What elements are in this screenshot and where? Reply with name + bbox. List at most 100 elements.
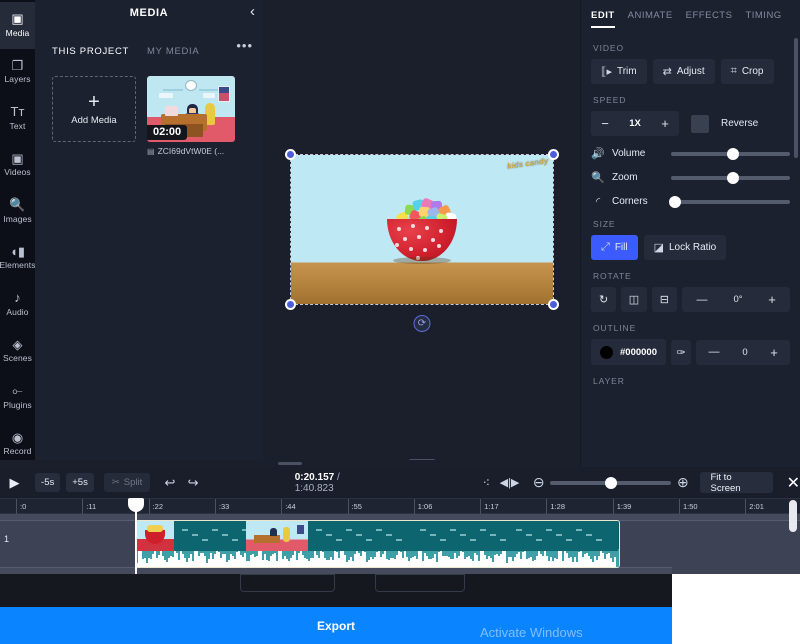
size-buttons: ⤢ Fill ◪ Lock Ratio xyxy=(591,235,790,260)
outline-hex-value: #000000 xyxy=(620,347,657,358)
thumb-decoration-left xyxy=(163,89,183,91)
scenes-icon: ◈ xyxy=(13,337,23,352)
timeline-zoom-knob[interactable] xyxy=(605,477,617,489)
selected-clip-stage[interactable]: kids candy ⟳ xyxy=(291,155,553,304)
sidebar-item-label: Media xyxy=(6,28,30,39)
corners-slider-knob[interactable] xyxy=(669,196,681,208)
eyedropper-icon[interactable]: ✑ xyxy=(671,340,691,365)
media-tab-my-media[interactable]: MY MEDIA xyxy=(147,46,199,57)
media-thumbnail[interactable]: 02:00 xyxy=(147,76,235,142)
collapse-panel-icon[interactable]: ‹ xyxy=(250,4,255,20)
crop-label: Crop xyxy=(742,66,764,77)
video-preview-frame[interactable]: kids candy xyxy=(291,155,553,304)
partial-button-right[interactable] xyxy=(375,574,465,592)
add-media-button[interactable]: + Add Media xyxy=(52,76,136,142)
corners-slider[interactable] xyxy=(671,200,790,204)
sidebar-item-scenes[interactable]: ◈Scenes xyxy=(0,328,35,375)
tab-edit[interactable]: EDIT xyxy=(591,10,615,28)
resize-handle-top-left[interactable] xyxy=(285,149,296,160)
timeline-resize-grip[interactable] xyxy=(0,460,580,467)
outline-increase-button[interactable]: + xyxy=(758,340,790,365)
zoom-in-icon[interactable]: ⊕ xyxy=(671,467,694,498)
bowl-shadow xyxy=(393,257,451,264)
flip-vertical-icon[interactable]: ⊟ xyxy=(652,287,677,312)
thumb-duration-badge: 02:00 xyxy=(147,125,187,140)
rotate-increase-button[interactable]: + xyxy=(754,287,790,312)
sidebar-item-text[interactable]: TтText xyxy=(0,95,35,142)
adjust-button[interactable]: ⇄Adjust xyxy=(653,59,715,84)
redo-icon[interactable]: ↪ xyxy=(182,467,205,498)
flip-horizontal-icon[interactable]: ◫ xyxy=(621,287,646,312)
sidebar-item-label: Images xyxy=(3,214,31,225)
thumb-shelf-right xyxy=(203,93,215,98)
sidebar-item-images[interactable]: 🔍Images xyxy=(0,188,35,235)
lock-ratio-button[interactable]: ◪ Lock Ratio xyxy=(644,235,727,260)
back-5s-button[interactable]: -5s xyxy=(35,473,60,492)
resize-handle-top-right[interactable] xyxy=(548,149,559,160)
split-label: Split xyxy=(124,477,142,488)
markers-icon[interactable]: ⁖ xyxy=(475,467,498,498)
reverse-checkbox[interactable] xyxy=(691,115,709,133)
tab-timing[interactable]: TIMING xyxy=(745,10,781,28)
partial-button-left[interactable] xyxy=(240,574,335,592)
outline-decrease-button[interactable]: — xyxy=(696,340,732,365)
outline-color-field[interactable]: #000000 xyxy=(591,339,666,365)
sidebar-item-plugins[interactable]: ⟜Plugins xyxy=(0,374,35,421)
zoom-slider-knob[interactable] xyxy=(727,172,739,184)
timeline-toolbar: ▶ -5s +5s ✂ Split ↩ ↪ 0:20.157 / 1:40.82… xyxy=(0,467,800,498)
tab-effects[interactable]: EFFECTS xyxy=(686,10,733,28)
thumb-monitor xyxy=(165,106,178,116)
inspector-scrollbar[interactable] xyxy=(794,38,798,158)
crop-button[interactable]: ⌗Crop xyxy=(721,59,774,84)
speed-decrease-button[interactable]: − xyxy=(591,111,619,136)
outline-width-value: 0 xyxy=(732,340,758,365)
sidebar-item-elements[interactable]: ◖▮Elements xyxy=(0,235,35,282)
rotate-handle-icon[interactable]: ⟳ xyxy=(414,315,431,332)
zoom-out-icon[interactable]: ⊖ xyxy=(527,467,550,498)
close-icon[interactable]: ✕ xyxy=(787,473,800,493)
timeline-ruler[interactable]: :0:11:22:33:44:551:061:171:281:391:502:0… xyxy=(0,498,800,514)
audio-icon: ♪ xyxy=(14,291,21,306)
elements-icon: ◖▮ xyxy=(10,244,25,259)
ruler-tick: :11 xyxy=(82,499,96,515)
zoom-slider[interactable] xyxy=(671,176,790,180)
playhead[interactable] xyxy=(135,498,137,574)
white-overlay-panel xyxy=(672,574,800,644)
media-more-options-icon[interactable]: ••• xyxy=(236,38,253,53)
reverse-label: Reverse xyxy=(721,118,758,129)
forward-5s-button[interactable]: +5s xyxy=(66,473,94,492)
volume-slider[interactable] xyxy=(671,152,790,156)
clip-filmstrip-frame xyxy=(412,521,508,551)
fit-to-screen-button[interactable]: Fit to Screen xyxy=(700,472,772,493)
sidebar-item-media[interactable]: ▣Media xyxy=(0,2,35,49)
speed-increase-button[interactable]: + xyxy=(651,111,679,136)
resize-handle-bottom-left[interactable] xyxy=(285,299,296,310)
clip-filmstrip-frame xyxy=(508,521,618,551)
sidebar-item-label: Layers xyxy=(4,74,30,85)
candy-bowl-graphic xyxy=(383,197,461,267)
sidebar-item-layers[interactable]: ❐Layers xyxy=(0,49,35,96)
rotate-decrease-button[interactable]: — xyxy=(682,287,722,312)
media-asset-item[interactable]: 02:00 ▤ ZCI69dVtW0E (... xyxy=(147,76,235,156)
timeline-clip[interactable] xyxy=(135,520,620,568)
rotate-reset-icon[interactable]: ↻ xyxy=(591,287,616,312)
sidebar-item-videos[interactable]: ▣Videos xyxy=(0,142,35,189)
outline-color-swatch[interactable] xyxy=(600,346,613,359)
play-button[interactable]: ▶ xyxy=(0,467,29,498)
split-button[interactable]: ✂ Split xyxy=(104,473,150,492)
media-tab-this-project[interactable]: THIS PROJECT xyxy=(52,46,129,57)
outline-controls: #000000 ✑ — 0 + xyxy=(591,339,790,365)
trim-button[interactable]: ⟦▸Trim xyxy=(591,59,647,84)
sidebar-item-label: Plugins xyxy=(3,400,32,411)
volume-slider-knob[interactable] xyxy=(727,148,739,160)
bowl-polka-dot xyxy=(403,237,407,241)
tab-animate[interactable]: ANIMATE xyxy=(628,10,673,28)
resize-handle-bottom-right[interactable] xyxy=(548,299,559,310)
sidebar-item-audio[interactable]: ♪Audio xyxy=(0,281,35,328)
timeline-zoom-slider[interactable] xyxy=(550,481,671,485)
undo-icon[interactable]: ↩ xyxy=(158,467,181,498)
thumb-picture-inner xyxy=(219,93,229,101)
fill-button[interactable]: ⤢ Fill xyxy=(591,235,638,260)
timeline-vertical-scrollbar[interactable] xyxy=(789,500,797,532)
detach-audio-icon[interactable]: ◀|▶ xyxy=(498,467,521,498)
